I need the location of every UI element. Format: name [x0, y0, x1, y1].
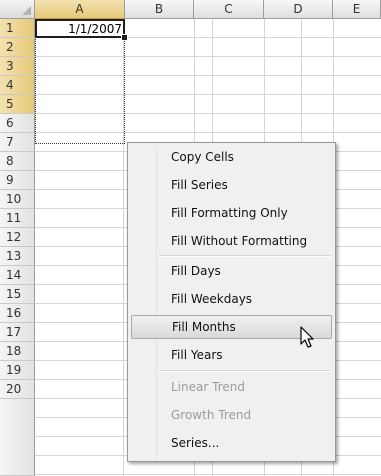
row-header-filler — [0, 399, 35, 476]
row-header-5[interactable]: 5 — [0, 95, 35, 114]
row-header-10[interactable]: 10 — [0, 190, 35, 209]
column-header-b[interactable]: B — [125, 0, 194, 19]
column-header-a[interactable]: A — [35, 0, 125, 19]
select-all-corner[interactable] — [0, 0, 35, 19]
row-header-2[interactable]: 2 — [0, 38, 35, 57]
menu-item-fill-weekdays[interactable]: Fill Weekdays — [131, 287, 332, 311]
spreadsheet: A B C D E 1 2 3 4 5 6 7 8 9 10 11 12 13 … — [0, 0, 381, 476]
menu-item-linear-trend: Linear Trend — [171, 380, 245, 394]
menu-separator — [159, 255, 331, 257]
row-header-15[interactable]: 15 — [0, 285, 35, 304]
row-header-12[interactable]: 12 — [0, 228, 35, 247]
row-header-11[interactable]: 11 — [0, 209, 35, 228]
menu-item-copy-cells[interactable]: Copy Cells — [131, 145, 332, 169]
row-header-4[interactable]: 4 — [0, 76, 35, 95]
menu-item-fill-without-formatting[interactable]: Fill Without Formatting — [131, 229, 332, 253]
column-header-c[interactable]: C — [194, 0, 264, 19]
menu-item-fill-series[interactable]: Fill Series — [131, 173, 332, 197]
menu-item-fill-formatting-only[interactable]: Fill Formatting Only — [131, 201, 332, 225]
menu-separator — [159, 370, 331, 372]
column-header-e[interactable]: E — [333, 0, 381, 19]
row-header-6[interactable]: 6 — [0, 114, 35, 133]
row-header-14[interactable]: 14 — [0, 266, 35, 285]
row-header-9[interactable]: 9 — [0, 171, 35, 190]
row-header-18[interactable]: 18 — [0, 342, 35, 361]
row-header-20[interactable]: 20 — [0, 380, 35, 399]
row-header-8[interactable]: 8 — [0, 152, 35, 171]
row-header-19[interactable]: 19 — [0, 361, 35, 380]
row-header-16[interactable]: 16 — [0, 304, 35, 323]
select-all-triangle-icon — [22, 6, 31, 15]
mouse-pointer-icon — [300, 326, 314, 348]
row-header-3[interactable]: 3 — [0, 57, 35, 76]
column-header-d[interactable]: D — [264, 0, 333, 19]
menu-item-growth-trend: Growth Trend — [171, 408, 252, 422]
row-header-13[interactable]: 13 — [0, 247, 35, 266]
menu-item-fill-days[interactable]: Fill Days — [131, 259, 332, 283]
row-header-17[interactable]: 17 — [0, 323, 35, 342]
menu-item-series[interactable]: Series... — [131, 431, 332, 455]
row-header-7[interactable]: 7 — [0, 133, 35, 152]
fill-handle[interactable] — [121, 34, 128, 41]
autofill-context-menu: Copy Cells Fill Series Fill Formatting O… — [127, 142, 336, 462]
active-cell-a1 — [35, 19, 125, 38]
row-header-1[interactable]: 1 — [0, 19, 35, 38]
